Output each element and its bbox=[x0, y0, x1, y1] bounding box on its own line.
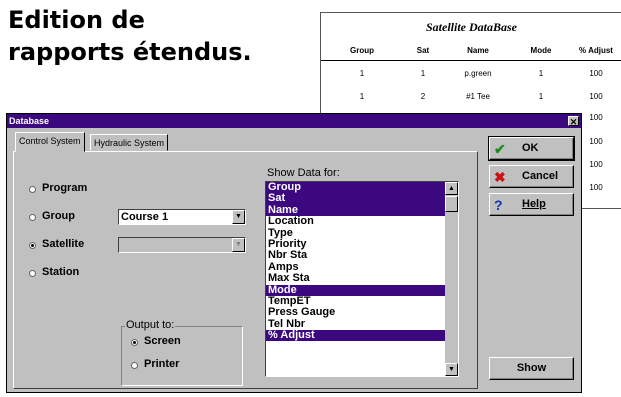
report-cell: #1 Tee bbox=[466, 92, 490, 101]
heading-line-1: Edition de bbox=[8, 6, 145, 34]
radio-station-label[interactable]: Station bbox=[42, 266, 79, 278]
question-icon: ? bbox=[494, 197, 503, 213]
ok-button-label: OK bbox=[522, 142, 539, 154]
chevron-down-icon[interactable]: ▼ bbox=[232, 210, 245, 224]
list-item[interactable]: % Adjust bbox=[266, 329, 458, 342]
report-col-adjust: % Adjust bbox=[579, 46, 613, 55]
radio-printer[interactable] bbox=[131, 362, 138, 369]
x-icon: ✖ bbox=[494, 169, 506, 185]
report-title: Satellite DataBase bbox=[426, 20, 517, 34]
dialog-titlebar: Database ✕ bbox=[7, 114, 581, 128]
heading-line-2: rapports étendus. bbox=[8, 38, 252, 66]
report-cell: 1 bbox=[420, 69, 426, 78]
cancel-button[interactable]: ✖ Cancel bbox=[489, 165, 574, 188]
show-button[interactable]: Show bbox=[489, 357, 574, 380]
scroll-down-icon[interactable]: ▼ bbox=[445, 363, 458, 376]
radio-screen[interactable] bbox=[131, 339, 138, 346]
scroll-up-icon[interactable]: ▲ bbox=[445, 182, 458, 195]
radio-printer-label[interactable]: Printer bbox=[144, 358, 179, 370]
report-cell: 100 bbox=[589, 92, 603, 101]
report-cell: 1 bbox=[359, 92, 365, 101]
scroll-thumb[interactable] bbox=[445, 196, 458, 212]
radio-satellite[interactable] bbox=[29, 242, 36, 249]
tab-control-system[interactable]: Control System bbox=[15, 132, 85, 152]
radio-program-label[interactable]: Program bbox=[42, 182, 87, 194]
report-cell: 1 bbox=[359, 69, 365, 78]
report-cell: 1 bbox=[538, 92, 544, 101]
tab-hydraulic-system[interactable]: Hydraulic System bbox=[90, 134, 169, 151]
report-cell: 2 bbox=[420, 92, 426, 101]
list-item[interactable]: Location bbox=[266, 215, 458, 227]
list-item[interactable]: Max Sta bbox=[266, 272, 458, 284]
radio-program[interactable] bbox=[29, 186, 36, 193]
checkmark-icon: ✔ bbox=[494, 141, 506, 157]
show-data-list[interactable]: Group Sat Name Location Type Priority Nb… bbox=[265, 181, 459, 377]
report-cell: 100 bbox=[589, 69, 603, 78]
report-header-rule bbox=[321, 60, 621, 61]
dialog-title: Database bbox=[9, 116, 50, 126]
report-col-group: Group bbox=[350, 46, 374, 55]
help-button[interactable]: ? Help bbox=[489, 193, 574, 216]
satellite-select: ▼ bbox=[118, 237, 246, 253]
radio-group[interactable] bbox=[29, 214, 36, 221]
chevron-down-icon: ▼ bbox=[232, 238, 245, 252]
help-button-label: Help bbox=[522, 198, 546, 210]
output-group bbox=[121, 326, 243, 386]
show-data-label: Show Data for: bbox=[267, 167, 340, 179]
close-icon: ✕ bbox=[569, 117, 578, 127]
report-cell: p.green bbox=[464, 69, 492, 78]
group-select[interactable]: Course 1 ▼ bbox=[118, 209, 246, 225]
group-select-value: Course 1 bbox=[121, 211, 169, 223]
list-scrollbar[interactable]: ▲ ▼ bbox=[445, 182, 458, 376]
list-item[interactable]: Group bbox=[266, 182, 458, 194]
close-button[interactable]: ✕ bbox=[568, 116, 579, 127]
report-col-sat: Sat bbox=[416, 46, 430, 55]
report-col-mode: Mode bbox=[530, 46, 552, 55]
page-heading: Edition de rapports étendus. bbox=[8, 4, 252, 68]
ok-button[interactable]: ✔ OK bbox=[488, 136, 575, 161]
output-legend: Output to: bbox=[125, 319, 176, 331]
cancel-button-label: Cancel bbox=[522, 170, 559, 182]
report-cell: 1 bbox=[538, 69, 544, 78]
database-dialog: Database ✕ Control System Hydraulic Syst… bbox=[6, 113, 582, 393]
report-col-name: Name bbox=[467, 46, 489, 55]
radio-group-label[interactable]: Group bbox=[42, 210, 75, 222]
radio-station[interactable] bbox=[29, 270, 36, 277]
radio-satellite-label[interactable]: Satellite bbox=[42, 238, 84, 250]
list-item[interactable]: Press Gauge bbox=[266, 307, 458, 318]
radio-screen-label[interactable]: Screen bbox=[144, 335, 181, 347]
